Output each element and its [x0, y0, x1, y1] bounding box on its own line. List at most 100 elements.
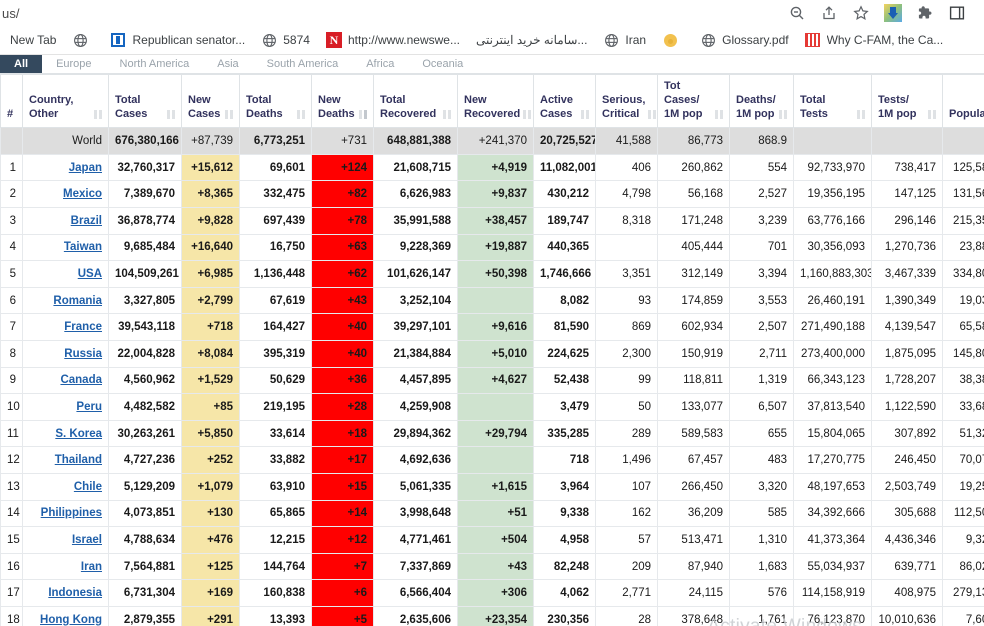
country-link[interactable]: Israel — [72, 534, 102, 546]
country-link[interactable]: Canada — [60, 374, 102, 386]
cell-activecases: 189,747 — [533, 207, 596, 235]
column-header-totalrecovered[interactable]: Total Recovered — [373, 73, 458, 129]
region-tab-asia[interactable]: Asia — [203, 55, 252, 73]
cell-newdeaths: +731 — [311, 127, 374, 155]
cell-population — [942, 127, 984, 155]
cell-totalcases: 2,879,355 — [108, 605, 182, 626]
region-tab-europe[interactable]: Europe — [42, 55, 105, 73]
column-header-totaldeaths[interactable]: Total Deaths — [239, 73, 312, 129]
country-link[interactable]: Philippines — [41, 507, 102, 519]
column-header-newdeaths[interactable]: New Deaths — [311, 73, 374, 129]
sort-arrows-icon[interactable] — [648, 110, 657, 121]
cell-newrecovered: +19,887 — [457, 233, 534, 262]
sort-arrows-icon[interactable] — [225, 110, 233, 121]
column-header-population[interactable]: Population — [942, 73, 984, 129]
cell-totaldeaths: 33,614 — [239, 419, 312, 448]
sort-arrows-icon[interactable] — [443, 110, 451, 121]
bookmark-item[interactable]: Glossary.pdf — [692, 29, 796, 51]
region-tab-africa[interactable]: Africa — [352, 55, 408, 73]
cell-totalrecovered: 101,626,147 — [373, 260, 458, 288]
cell-country: Brazil — [22, 207, 109, 235]
sort-arrows-icon[interactable] — [523, 110, 532, 121]
url-text[interactable]: us/ — [0, 6, 20, 21]
country-link[interactable]: Hong Kong — [40, 614, 102, 626]
column-header-newrecovered[interactable]: New Recovered — [457, 73, 534, 129]
country-link[interactable]: Russia — [64, 348, 102, 360]
share-icon[interactable] — [820, 4, 838, 22]
region-tab-oceania[interactable]: Oceania — [408, 55, 477, 73]
sort-arrows-icon[interactable] — [359, 110, 367, 121]
cell-deaths1m: 1,683 — [729, 552, 794, 581]
cell-totalrecovered: 4,457,895 — [373, 366, 458, 395]
column-header-totcases1m[interactable]: Tot Cases/1M pop — [657, 73, 730, 129]
country-link[interactable]: Thailand — [55, 454, 102, 466]
country-link[interactable]: France — [64, 321, 102, 333]
region-tab-south-america[interactable]: South America — [253, 55, 353, 73]
country-link[interactable]: Brazil — [71, 215, 102, 227]
column-header-seriouscritical[interactable]: Serious, Critical — [595, 73, 658, 129]
sort-arrows-icon[interactable] — [297, 110, 305, 121]
bookmark-item[interactable]: Iran — [595, 29, 654, 51]
red-bars-icon — [805, 32, 821, 48]
cell-tests1m: 246,450 — [871, 446, 943, 474]
cell-totalcases: 32,760,317 — [108, 153, 182, 182]
column-header-tests1m[interactable]: Tests/1M pop — [871, 73, 943, 129]
country-link[interactable]: Mexico — [63, 188, 102, 200]
cell-tests1m: 1,270,736 — [871, 233, 943, 262]
column-header-activecases[interactable]: Active Cases — [533, 73, 596, 129]
extensions-puzzle-icon[interactable] — [916, 4, 934, 22]
country-link[interactable]: Chile — [74, 481, 102, 493]
bookmark-item[interactable]: Why C-FAM, the Ca... — [797, 29, 952, 51]
cell-population: 215,353,593 — [942, 207, 984, 235]
sort-arrows-icon[interactable] — [167, 110, 175, 121]
country-link[interactable]: USA — [78, 268, 102, 280]
bookmark-item[interactable] — [64, 29, 102, 51]
sort-arrows-icon[interactable] — [779, 110, 787, 121]
column-header-line2: Cases — [540, 107, 573, 120]
column-header-totalcases[interactable]: Total Cases — [108, 73, 182, 129]
bookmark-item[interactable]: N http://www.newswe... — [318, 29, 468, 51]
cell-totalrecovered: 7,337,869 — [373, 552, 458, 581]
cell-totaldeaths: 16,750 — [239, 233, 312, 262]
column-header-deaths1m[interactable]: Deaths/1M pop — [729, 73, 794, 129]
bookmark-item[interactable] — [654, 29, 692, 51]
region-tab-north-america[interactable]: North America — [106, 55, 204, 73]
cell-seriouscritical: 8,318 — [595, 207, 658, 235]
country-link[interactable]: Taiwan — [64, 241, 102, 253]
country-link[interactable]: Peru — [76, 401, 102, 413]
cell-newcases: +252 — [181, 446, 240, 474]
column-header-newcases[interactable]: New Cases — [181, 73, 240, 129]
cell-num: 4 — [0, 233, 23, 262]
country-link[interactable]: Indonesia — [48, 587, 102, 599]
zoom-out-icon[interactable] — [788, 4, 806, 22]
column-header-country[interactable]: Country, Other — [22, 73, 109, 129]
cell-activecases: 4,958 — [533, 526, 596, 554]
bookmark-new-tab[interactable]: New Tab — [2, 30, 64, 50]
country-link[interactable]: S. Korea — [55, 428, 102, 440]
country-link[interactable]: Japan — [69, 162, 102, 174]
country-link[interactable]: Iran — [81, 561, 102, 573]
bookmark-star-icon[interactable] — [852, 4, 870, 22]
cell-num: 2 — [0, 180, 23, 209]
bookmark-item[interactable]: 5874 — [253, 29, 318, 51]
downloads-icon[interactable] — [884, 4, 902, 22]
column-header-totaltests[interactable]: Total Tests — [793, 73, 872, 129]
table-row: 3 Brazil 36,878,774 +9,828 697,439 +78 35,991,… — [0, 207, 984, 235]
sort-arrows-icon[interactable] — [857, 110, 865, 121]
table-row: 11 S. Korea 30,263,261 +5,850 33,614 +18 29,89… — [0, 419, 984, 448]
bookmark-item[interactable]: سامانه خرید اینترنتی... — [468, 30, 595, 50]
column-header-line2: Recovered — [380, 107, 437, 120]
cell-seriouscritical: 28 — [595, 605, 658, 626]
region-tab-all[interactable]: All — [0, 55, 43, 73]
cell-totaldeaths: 697,439 — [239, 207, 312, 235]
sort-arrows-icon[interactable] — [928, 110, 936, 121]
side-panel-icon[interactable] — [948, 4, 966, 22]
country-link[interactable]: Romania — [53, 295, 102, 307]
sort-arrows-icon[interactable] — [715, 110, 723, 121]
cell-totalrecovered: 39,297,101 — [373, 313, 458, 341]
sort-arrows-icon[interactable] — [581, 110, 589, 121]
table-header: # Country, Other Total Cases New Cases Total Dea… — [0, 73, 984, 129]
bookmark-item[interactable]: Republican senator... — [102, 29, 253, 51]
column-header-line2: Tests — [800, 107, 828, 120]
sort-arrows-icon[interactable] — [94, 110, 102, 121]
